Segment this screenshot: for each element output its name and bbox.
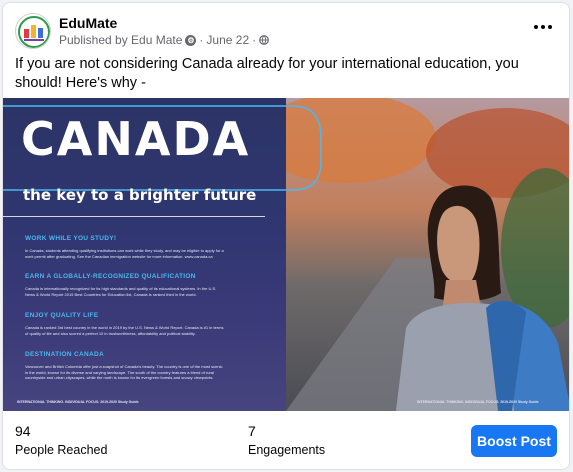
- engagements-value: 7: [248, 423, 256, 439]
- section-heading: DESTINATION CANADA: [25, 351, 104, 358]
- insights-bar: 94 People Reached 7 Engagements Boost Po…: [3, 411, 569, 469]
- post-text: If you are not considering Canada alread…: [15, 56, 519, 91]
- more-options-icon[interactable]: [529, 19, 557, 35]
- section-body: Canada is internationally recognized for…: [25, 286, 217, 297]
- people-reached-label: People Reached: [15, 443, 108, 457]
- edumate-logo-icon: [17, 15, 50, 48]
- section-body: Canada is ranked 3rd best country in the…: [25, 325, 224, 336]
- meta-separator: ·: [199, 33, 204, 47]
- post-date[interactable]: June 22: [206, 33, 249, 47]
- engagements-stat[interactable]: 7 Engagements: [248, 423, 325, 457]
- section-heading: WORK WHILE YOU STUDY!: [25, 235, 117, 242]
- post-meta: Published by Edu Mate ⚙ · June 22 ·: [59, 33, 270, 47]
- people-reached-value: 94: [15, 423, 31, 439]
- section-body: Vancouver and British Columbia offer jus…: [25, 364, 223, 380]
- people-reached-stat[interactable]: 94 People Reached: [15, 423, 107, 457]
- image-footer-left: INTERNATIONAL THINKING. INDIVIDUAL FOCUS…: [17, 400, 139, 404]
- engagements-label: Engagements: [248, 443, 326, 457]
- image-footer-right: INTERNATIONAL THINKING. INDIVIDUAL FOCUS…: [417, 400, 539, 404]
- tagline-divider: [3, 216, 265, 217]
- section-heading: EARN A GLOBALLY-RECOGNIZED QUALIFICATION: [25, 273, 196, 280]
- post-card: EduMate Published by Edu Mate ⚙ · June 2…: [2, 2, 570, 470]
- section-heading: ENJOY QUALITY LIFE: [25, 312, 99, 319]
- post-image[interactable]: CANADA the key to a brighter future WORK…: [3, 98, 569, 411]
- boost-post-button[interactable]: Boost Post: [471, 425, 557, 457]
- page-name[interactable]: EduMate: [59, 15, 117, 31]
- page-avatar[interactable]: [15, 13, 51, 49]
- section-body: In Canada, students attending qualifying…: [25, 248, 224, 259]
- meta-separator: ·: [252, 33, 257, 47]
- published-by-label: Published by Edu Mate: [59, 33, 183, 47]
- post-header: EduMate Published by Edu Mate ⚙ · June 2…: [3, 3, 569, 53]
- globe-icon: [259, 35, 270, 45]
- settings-gear-icon: ⚙: [185, 34, 197, 46]
- image-headline: CANADA: [21, 112, 251, 166]
- image-tagline: the key to a brighter future: [23, 186, 257, 204]
